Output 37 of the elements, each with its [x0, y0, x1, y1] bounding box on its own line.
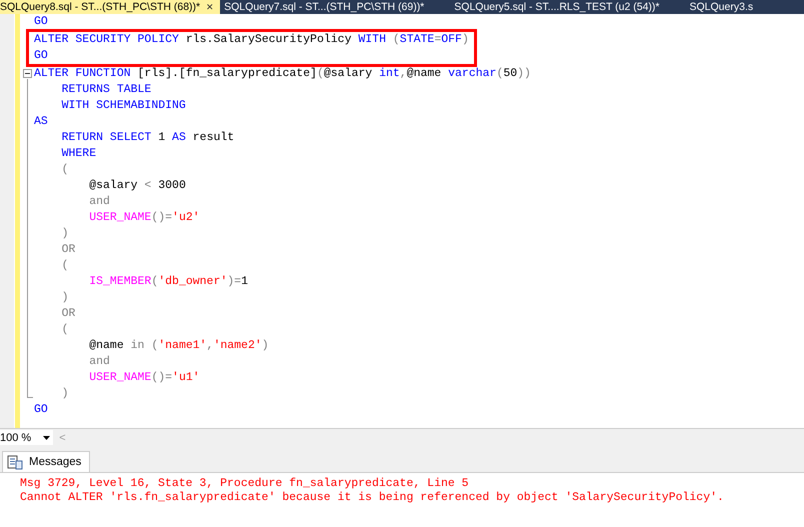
code-line: WITH SCHEMABINDING [60, 98, 186, 114]
code-line: OR [60, 306, 76, 322]
messages-tab[interactable]: Messages [2, 451, 90, 472]
document-tab[interactable]: SQLQuery3.s [690, 0, 760, 14]
caret-icon [43, 436, 50, 440]
code-line: ( [60, 162, 69, 178]
code-line: OR [60, 242, 76, 258]
code-line: and [88, 194, 110, 210]
code-line: ( [60, 322, 69, 338]
code-line: GO [34, 14, 48, 30]
close-icon[interactable]: ✕ [206, 0, 214, 14]
code-line: GO [34, 48, 48, 64]
code-line: ) [60, 226, 69, 242]
document-icon [7, 454, 23, 470]
document-tab[interactable]: SQLQuery8.sql - ST...(STH_PC\STH (68))* ✕ [0, 0, 220, 14]
code-line: USER_NAME()='u1' [88, 370, 200, 386]
code-line: and [88, 354, 110, 370]
code-line: ALTER SECURITY POLICY rls.SalarySecurityPolicy WITH (STATE=OFF) [34, 32, 469, 48]
document-tab[interactable]: SQLQuery5.sql - ST....RLS_TEST (u2 (54))* [454, 0, 666, 14]
code-line: @name in ('name1','name2') [88, 338, 269, 354]
zoom-dropdown[interactable]: 100 % [0, 430, 54, 445]
code-line: WHERE [60, 146, 96, 162]
error-message: Msg 3729, Level 16, State 3, Procedure fn_salarypredicate, Line 5 [20, 477, 470, 491]
collapse-icon[interactable] [23, 69, 32, 78]
code-line: AS [34, 114, 48, 130]
code-line: RETURN SELECT 1 AS result [60, 130, 234, 146]
code-line: ) [60, 386, 69, 402]
code-line: IS_MEMBER('db_owner')=1 [88, 274, 248, 290]
error-message: Cannot ALTER 'rls.fn_salarypredicate' because it is being referenced by object 'SalarySecurityPolicy'. [20, 491, 725, 505]
code-line: RETURNS TABLE [60, 82, 152, 98]
document-tab[interactable]: SQLQuery7.sql - ST...(STH_PC\STH (69))* [224, 0, 430, 14]
code-line: USER_NAME()='u2' [88, 210, 200, 226]
code-line: ALTER FUNCTION [rls].[fn_salarypredicate](@salary int,@name varchar(50)) [34, 66, 531, 82]
code-line: ) [60, 290, 69, 306]
code-line: ( [60, 258, 69, 274]
code-line: GO [34, 402, 48, 418]
code-line: @salary < 3000 [88, 178, 186, 194]
